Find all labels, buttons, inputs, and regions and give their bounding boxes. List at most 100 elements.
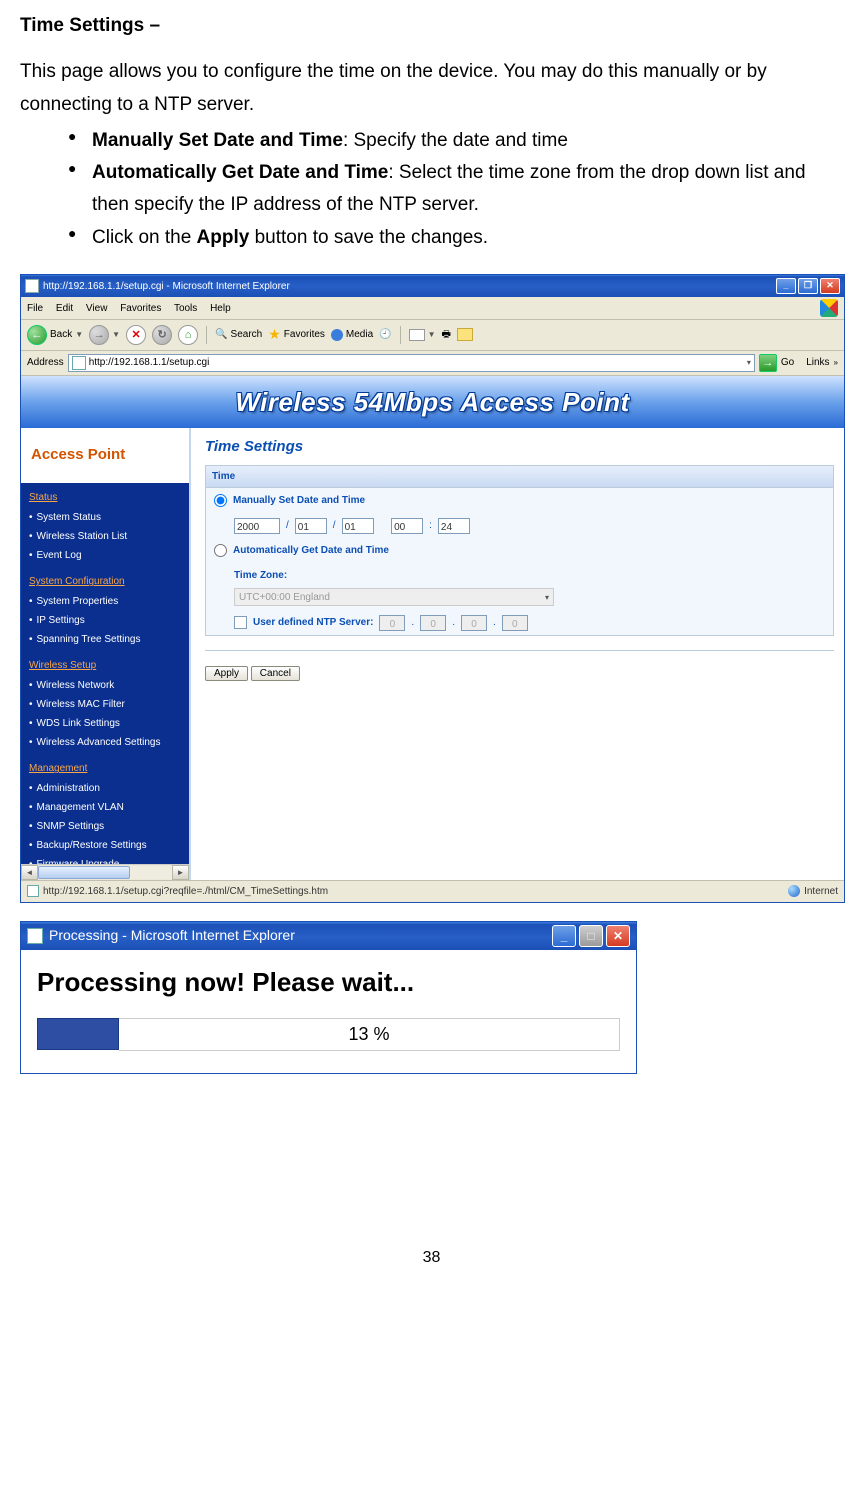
ntp-octet-2[interactable]: 0 [420,615,446,631]
sidebar-item-wireless-network[interactable]: Wireless Network [29,676,181,695]
stop-button[interactable]: ✕ [126,325,146,345]
dropdown-icon: ▼ [428,328,436,342]
panel-header: Time [206,466,833,488]
menu-tools[interactable]: Tools [174,303,197,314]
sidebar-scrollbar[interactable]: ◄ ► [21,864,189,880]
media-button[interactable]: Media [331,326,373,343]
scroll-right-button[interactable]: ► [172,865,189,880]
menu-favorites[interactable]: Favorites [120,303,161,314]
sidebar-item-wireless-mac-filter[interactable]: Wireless MAC Filter [29,695,181,714]
sidebar-item-ip-settings[interactable]: IP Settings [29,611,181,630]
sidebar-item-firmware-upgrade[interactable]: Firmware Upgrade [29,855,181,864]
sidebar-section-system-config: System Configuration [29,573,181,590]
toolbar-separator [206,326,207,344]
sidebar-item-wireless-advanced[interactable]: Wireless Advanced Settings [29,733,181,752]
cancel-button[interactable]: Cancel [251,666,300,681]
print-button[interactable]: 🖶 [442,326,451,343]
sidebar-item-backup-restore[interactable]: Backup/Restore Settings [29,836,181,855]
apply-button[interactable]: Apply [205,666,248,681]
mail-button[interactable]: ▼ [409,328,436,342]
ntp-octet-4[interactable]: 0 [502,615,528,631]
ie-menubar: File Edit View Favorites Tools Help [21,297,844,320]
divider [205,650,834,651]
day-input[interactable]: 01 [342,518,374,534]
page-icon [25,279,39,293]
bullet-item: Manually Set Date and Time: Specify the … [68,125,843,157]
page-icon [27,928,43,944]
toolbar-separator [400,326,401,344]
scroll-track[interactable] [38,866,172,879]
ip-dot: . [493,614,496,631]
ntp-octet-1[interactable]: 0 [379,615,405,631]
scroll-left-button[interactable]: ◄ [21,865,38,880]
sidebar-section-management: Management [29,760,181,777]
minute-input[interactable]: 24 [438,518,470,534]
page-title: Time Settings [205,434,834,460]
timezone-select[interactable]: UTC+00:00 England ▾ [234,588,554,606]
bullet-prefix: Click on the [92,227,197,248]
address-input[interactable]: http://192.168.1.1/setup.cgi ▾ [68,354,755,372]
window-minimize-button[interactable]: _ [776,278,796,294]
dialog-maximize-button[interactable]: □ [579,925,603,947]
sidebar-item-system-properties[interactable]: System Properties [29,592,181,611]
ntp-octet-3[interactable]: 0 [461,615,487,631]
go-button[interactable]: → [759,354,777,372]
sidebar-section-status: Status [29,489,181,506]
edit-button[interactable] [457,328,473,341]
month-input[interactable]: 01 [295,518,327,534]
history-icon: 🕘 [379,326,391,343]
dialog-close-button[interactable]: ✕ [606,925,630,947]
back-button[interactable]: ← Back ▼ [27,325,83,345]
menu-file[interactable]: File [27,303,43,314]
hour-input[interactable]: 00 [391,518,423,534]
progress-percent: 13 % [119,1018,620,1051]
dropdown-icon[interactable]: ▾ [747,356,751,370]
star-icon: ★ [268,323,281,347]
sidebar-item-snmp-settings[interactable]: SNMP Settings [29,817,181,836]
date-separator: / [333,517,336,534]
manual-radio[interactable] [214,494,227,507]
sidebar-item-wds-link-settings[interactable]: WDS Link Settings [29,714,181,733]
globe-icon [788,885,800,897]
search-button[interactable]: 🔍 Search [215,326,262,343]
ie-content: Wireless 54Mbps Access Point Access Poin… [21,376,844,880]
refresh-icon: ↻ [152,325,172,345]
ie-status-bar: http://192.168.1.1/setup.cgi?reqfile=./h… [21,880,844,902]
links-label[interactable]: Links [806,354,829,371]
auto-radio[interactable] [214,544,227,557]
home-button[interactable]: ⌂ [178,325,198,345]
ie-toolbar: ← Back ▼ → ▼ ✕ ↻ ⌂ 🔍 Search ★ Favorites … [21,320,844,351]
window-close-button[interactable]: ✕ [820,278,840,294]
sidebar-item-wireless-station-list[interactable]: Wireless Station List [29,527,181,546]
sidebar-item-spanning-tree[interactable]: Spanning Tree Settings [29,630,181,649]
auto-radio-label: Automatically Get Date and Time [233,542,389,559]
sidebar-item-management-vlan[interactable]: Management VLAN [29,798,181,817]
window-restore-button[interactable]: ❐ [798,278,818,294]
ie-address-bar: Address http://192.168.1.1/setup.cgi ▾ →… [21,351,844,376]
manual-radio-label: Manually Set Date and Time [233,492,365,509]
sidebar-brand: Access Point [21,434,189,484]
bullet-item: Automatically Get Date and Time: Select … [68,157,843,222]
main-column: Time Settings Time Manually Set Date and… [191,428,844,880]
ntp-checkbox[interactable] [234,616,247,629]
page-banner: Wireless 54Mbps Access Point [21,376,844,428]
menu-edit[interactable]: Edit [56,303,73,314]
sidebar-item-event-log[interactable]: Event Log [29,546,181,565]
status-text: http://192.168.1.1/setup.cgi?reqfile=./h… [43,883,328,900]
menu-view[interactable]: View [86,303,108,314]
refresh-button[interactable]: ↻ [152,325,172,345]
windows-logo-icon [820,299,838,317]
address-value: http://192.168.1.1/setup.cgi [89,354,210,371]
year-input[interactable]: 2000 [234,518,280,534]
menu-help[interactable]: Help [210,303,231,314]
sidebar-item-administration[interactable]: Administration [29,779,181,798]
folder-icon [457,328,473,341]
dialog-minimize-button[interactable]: _ [552,925,576,947]
forward-button[interactable]: → ▼ [89,325,120,345]
favorites-button[interactable]: ★ Favorites [268,323,325,347]
print-icon: 🖶 [442,326,451,343]
scroll-thumb[interactable] [38,866,130,879]
bullet-bold: Manually Set Date and Time [92,130,343,151]
history-button[interactable]: 🕘 [379,326,391,343]
sidebar-item-system-status[interactable]: System Status [29,508,181,527]
